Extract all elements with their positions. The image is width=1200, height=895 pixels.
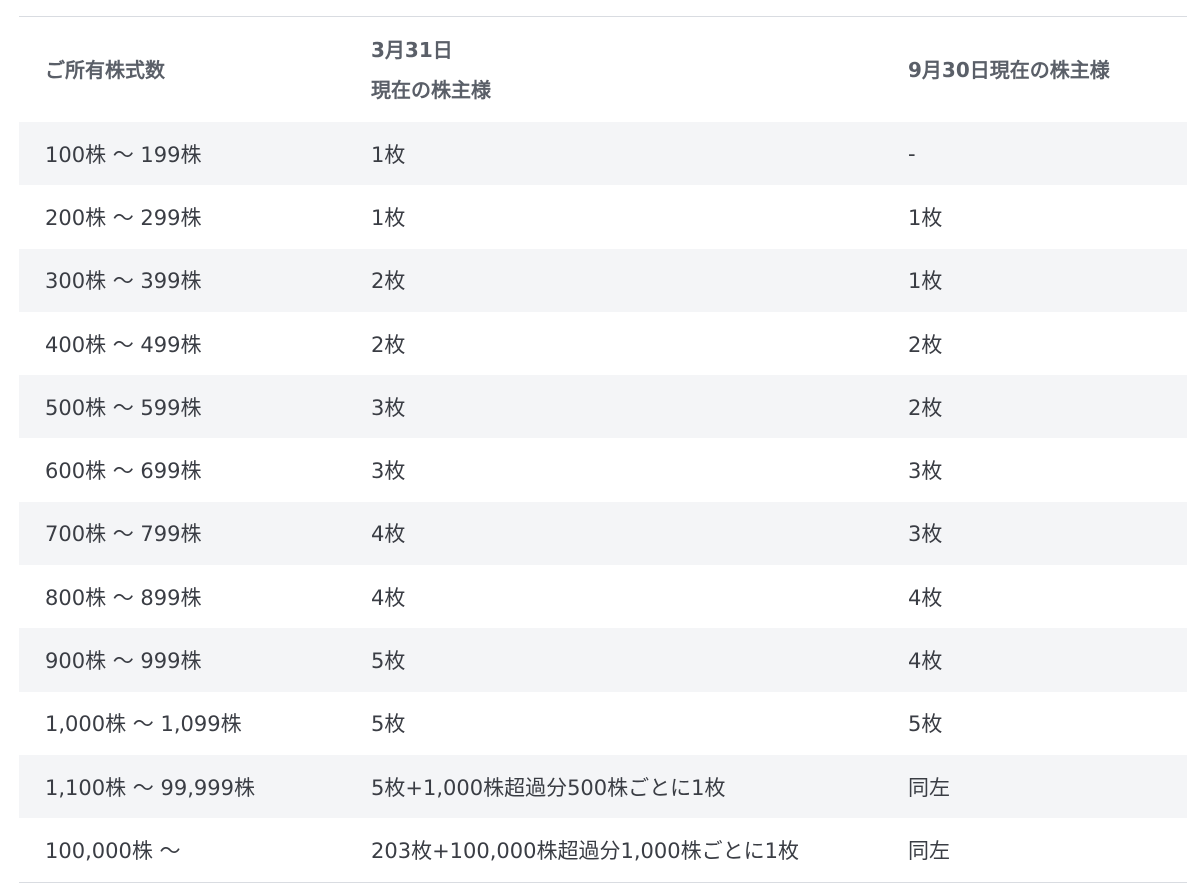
header-shares-label: ご所有株式数 (45, 57, 165, 82)
header-march: 3月31日 現在の株主様 (371, 17, 908, 122)
bottom-rule (19, 881, 1187, 883)
header-september: 9月30日現在の株主様 (908, 17, 1187, 122)
cell-march: 4枚 (371, 501, 908, 566)
cell-march: 2枚 (371, 248, 908, 312)
header-march-date: 3月31日 (371, 37, 453, 62)
cell-september: 1枚 (908, 248, 1187, 312)
cell-march: 203枚+100,000株超過分1,000株ごとに1枚 (371, 838, 799, 863)
cell-shares: 1,000株 〜 1,099株 (45, 712, 242, 737)
benefit-table: ご所有株式数 3月31日 現在の株主様 9月30日現在の株主様 100株 〜 1… (19, 17, 1187, 882)
table-header: ご所有株式数 3月31日 現在の株主様 9月30日現在の株主様 (19, 17, 1187, 122)
table-row: 600株 〜 699株 3枚 3枚 (19, 438, 1187, 501)
shareholder-benefit-table: ご所有株式数 3月31日 現在の株主様 9月30日現在の株主様 100株 〜 1… (19, 16, 1187, 883)
table-row: 700株 〜 799株 4枚 3枚 (19, 501, 1187, 566)
table-row: 900株 〜 999株 5枚 4枚 (19, 628, 1187, 692)
cell-september: 3枚 (908, 459, 943, 484)
cell-september: 同左 (908, 754, 1187, 819)
table-row: 400株 〜 499株 2枚 2枚 (19, 312, 1187, 375)
cell-march: 1枚 (371, 122, 908, 186)
table-row: 300株 〜 399株 2枚 1枚 (19, 248, 1187, 312)
cell-shares: 900株 〜 999株 (19, 628, 371, 692)
cell-shares: 400株 〜 499株 (45, 332, 202, 357)
table-body: 100株 〜 199株 1枚 -200株 〜 299株 1枚 1枚 300株 〜 399株… (19, 122, 1187, 882)
header-september-label: 9月30日現在の株主様 (908, 57, 1110, 82)
header-row: ご所有株式数 3月31日 現在の株主様 9月30日現在の株主様 (19, 17, 1187, 122)
cell-march: 2枚 (371, 332, 406, 357)
cell-shares: 1,100株 〜 99,999株 (19, 754, 371, 819)
cell-shares: 500株 〜 599株 (19, 375, 371, 439)
cell-march: 3枚 (371, 459, 406, 484)
cell-shares: 300株 〜 399株 (19, 248, 371, 312)
table-row: 100株 〜 199株 1枚 - (19, 122, 1187, 186)
cell-shares: 200株 〜 299株 (45, 205, 202, 230)
table-row: 1,100株 〜 99,999株 5枚+1,000株超過分500株ごとに1枚 同左 (19, 754, 1187, 819)
table-row: 800株 〜 899株 4枚 4枚 (19, 565, 1187, 628)
cell-march: 5枚 (371, 712, 406, 737)
cell-september: 3枚 (908, 501, 1187, 566)
cell-march: 4枚 (371, 585, 406, 610)
cell-shares: 700株 〜 799株 (19, 501, 371, 566)
cell-september: 5枚 (908, 712, 943, 737)
cell-march: 3枚 (371, 375, 908, 439)
cell-march: 5枚+1,000株超過分500株ごとに1枚 (371, 754, 908, 819)
table-row: 200株 〜 299株 1枚 1枚 (19, 185, 1187, 248)
cell-september: 2枚 (908, 332, 943, 357)
header-shares: ご所有株式数 (19, 17, 371, 122)
cell-march: 5枚 (371, 628, 908, 692)
cell-shares: 100株 〜 199株 (19, 122, 371, 186)
header-march-label: 現在の株主様 (371, 77, 491, 102)
cell-september: 1枚 (908, 205, 943, 230)
cell-shares: 800株 〜 899株 (45, 585, 202, 610)
cell-march: 1枚 (371, 205, 406, 230)
cell-september: 2枚 (908, 375, 1187, 439)
table-row: 500株 〜 599株 3枚 2枚 (19, 375, 1187, 439)
cell-september: - (908, 122, 1187, 186)
cell-september: 4枚 (908, 628, 1187, 692)
table-row: 100,000株 〜 203枚+100,000株超過分1,000株ごとに1枚 同左 (19, 818, 1187, 881)
cell-september: 4枚 (908, 585, 943, 610)
table-row: 1,000株 〜 1,099株 5枚 5枚 (19, 692, 1187, 755)
cell-shares: 600株 〜 699株 (45, 459, 202, 484)
cell-shares: 100,000株 〜 (45, 838, 181, 863)
cell-september: 同左 (908, 838, 950, 863)
